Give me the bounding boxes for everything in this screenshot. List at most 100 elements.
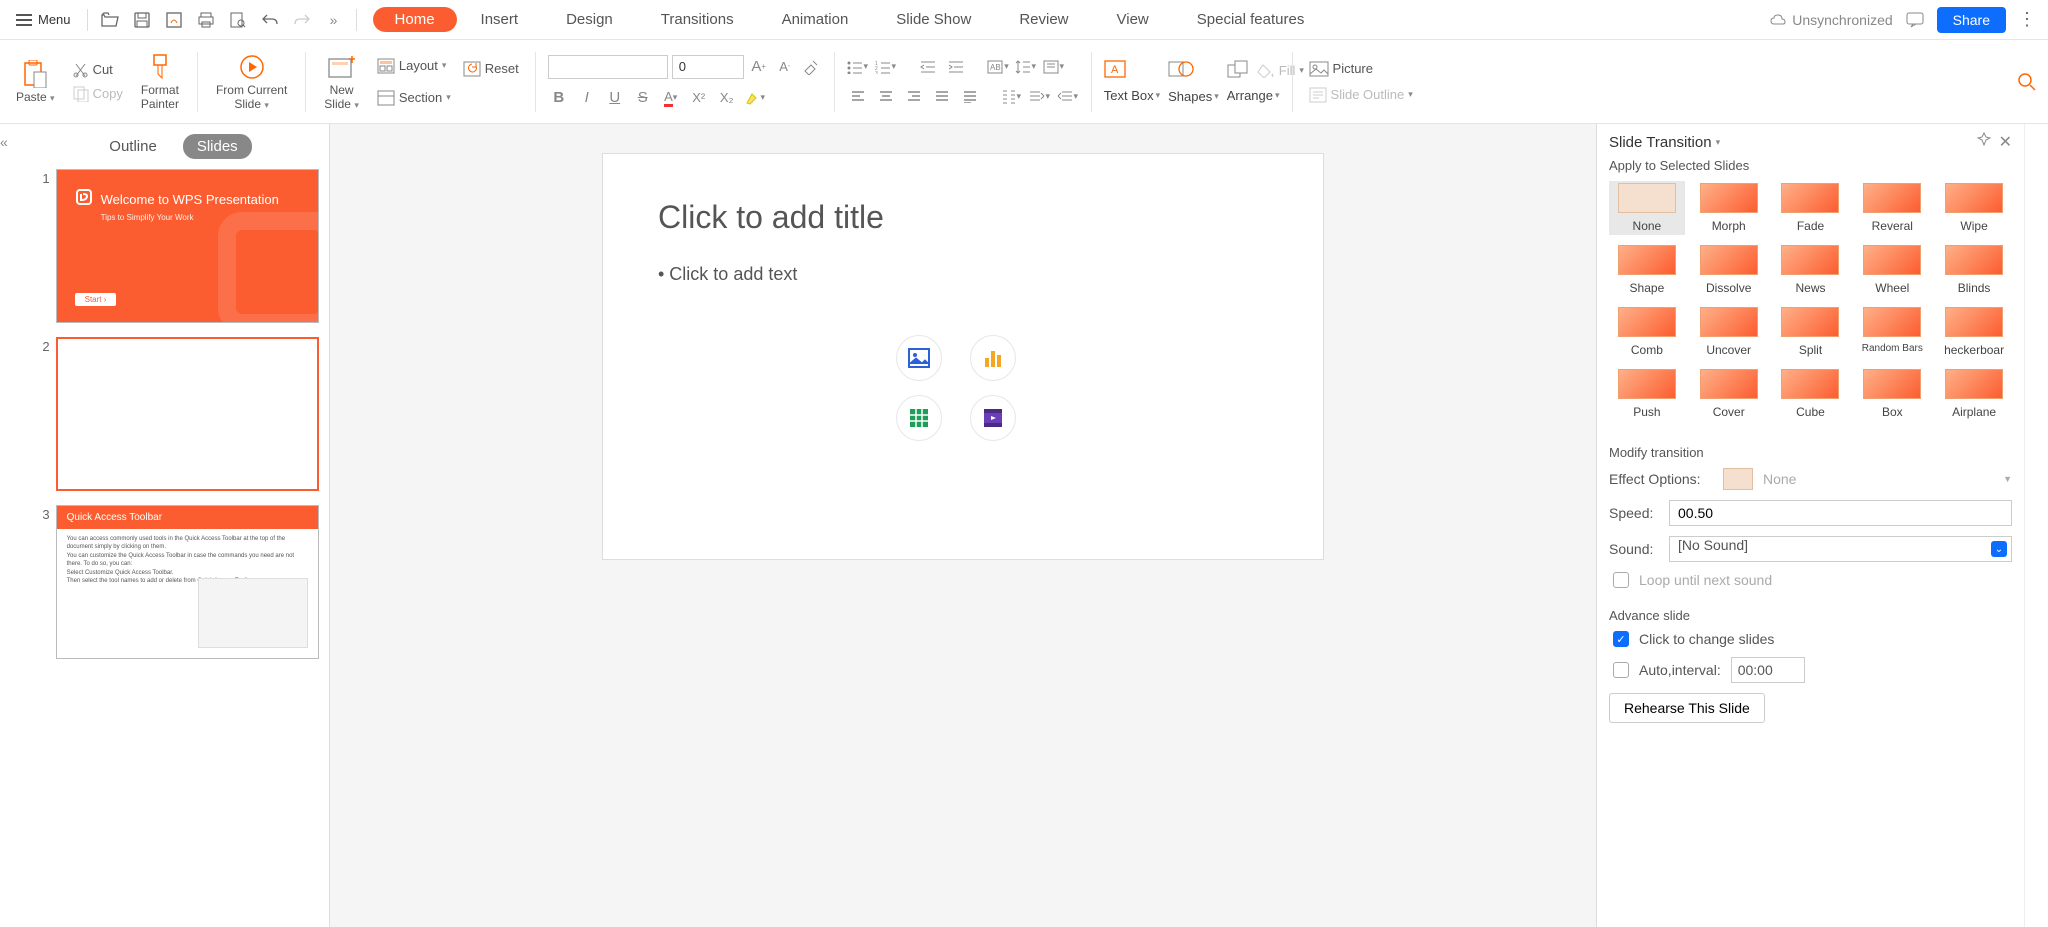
align-left-icon[interactable]: [847, 86, 869, 108]
font-size-combo[interactable]: 0: [672, 55, 744, 79]
sound-select[interactable]: [No Sound] ⌄: [1669, 536, 2012, 562]
transition-news[interactable]: News: [1773, 243, 1849, 297]
paste-button[interactable]: Paste ▾: [16, 60, 55, 104]
transition-cube[interactable]: Cube: [1773, 367, 1849, 421]
italic-icon[interactable]: I: [576, 87, 598, 109]
fill-button[interactable]: Fill ▾: [1253, 61, 1308, 80]
section-button[interactable]: Section ▾: [373, 88, 455, 108]
transition-wipe[interactable]: Wipe: [1936, 181, 2012, 235]
from-current-slide-button[interactable]: From Current Slide ▾: [216, 53, 287, 111]
print-icon[interactable]: [192, 6, 220, 34]
subscript-icon[interactable]: X₂: [716, 87, 738, 109]
content-placeholder[interactable]: • Click to add text: [653, 259, 1273, 446]
transition-shape[interactable]: Shape: [1609, 243, 1685, 297]
decrease-font-icon[interactable]: A-: [774, 56, 796, 78]
transition-fade[interactable]: Fade: [1773, 181, 1849, 235]
title-placeholder[interactable]: Click to add title: [653, 194, 1273, 241]
bullets-icon[interactable]: ▾: [847, 56, 869, 78]
font-combo[interactable]: [548, 55, 668, 79]
insert-image-icon[interactable]: [896, 335, 942, 381]
more-menu-icon[interactable]: ⋮: [2014, 9, 2040, 30]
transition-airplane[interactable]: Airplane: [1936, 367, 2012, 421]
reset-button[interactable]: Reset: [459, 59, 523, 79]
text-box-button[interactable]: A: [1104, 60, 1126, 78]
open-icon[interactable]: [96, 6, 124, 34]
transition-none[interactable]: None: [1609, 181, 1685, 235]
highlight-icon[interactable]: ▾: [744, 87, 766, 109]
underline-icon[interactable]: U: [604, 87, 626, 109]
increase-indent-icon[interactable]: [945, 56, 967, 78]
loop-checkbox[interactable]: [1613, 572, 1629, 588]
superscript-icon[interactable]: X²: [688, 87, 710, 109]
justify-icon[interactable]: [931, 86, 953, 108]
pin-icon[interactable]: [1977, 132, 1991, 152]
insert-video-icon[interactable]: [970, 395, 1016, 441]
text-direction-icon[interactable]: AB▾: [987, 56, 1009, 78]
auto-interval-input[interactable]: 00:00: [1731, 657, 1805, 683]
save-icon[interactable]: [128, 6, 156, 34]
auto-checkbox[interactable]: [1613, 662, 1629, 678]
slide-outline-button[interactable]: Slide Outline ▾: [1305, 85, 1417, 105]
transition-random-bars[interactable]: Random Bars: [1854, 305, 1930, 359]
canvas[interactable]: Click to add title • Click to add text: [330, 124, 1596, 927]
bold-icon[interactable]: B: [548, 87, 570, 109]
transition-checkerboard[interactable]: heckerboar: [1936, 305, 2012, 359]
tab-slideshow[interactable]: Slide Show: [872, 5, 995, 34]
columns-icon[interactable]: ▾: [1001, 86, 1023, 108]
find-replace-icon[interactable]: [2016, 71, 2038, 93]
tab-animation[interactable]: Animation: [758, 5, 873, 34]
line-spacing-icon[interactable]: ▾: [1015, 56, 1037, 78]
strikethrough-icon[interactable]: S: [632, 87, 654, 109]
close-icon[interactable]: ✕: [1999, 132, 2012, 152]
effect-value[interactable]: None: [1763, 471, 1993, 487]
print-preview-icon[interactable]: [224, 6, 252, 34]
align-right-icon[interactable]: [903, 86, 925, 108]
redo-icon[interactable]: [288, 6, 316, 34]
text-box-label[interactable]: Text Box ▾: [1104, 88, 1160, 103]
picture-button[interactable]: Picture: [1305, 59, 1417, 79]
numbering-icon[interactable]: 123▾: [875, 56, 897, 78]
more-qat-icon[interactable]: »: [320, 6, 348, 34]
transition-dissolve[interactable]: Dissolve: [1691, 243, 1767, 297]
tab-home[interactable]: Home: [373, 7, 457, 32]
transition-comb[interactable]: Comb: [1609, 305, 1685, 359]
shapes-button[interactable]: Shapes ▾: [1168, 89, 1219, 104]
font-color-icon[interactable]: A▾: [660, 87, 682, 109]
menu-button[interactable]: Menu: [8, 8, 79, 31]
template-icon[interactable]: [160, 6, 188, 34]
transition-morph[interactable]: Morph: [1691, 181, 1767, 235]
slides-tab[interactable]: Slides: [183, 134, 252, 159]
increase-font-icon[interactable]: A+: [748, 56, 770, 78]
speed-input[interactable]: [1669, 500, 2012, 526]
outline-tab[interactable]: Outline: [95, 134, 171, 159]
rehearse-button[interactable]: Rehearse This Slide: [1609, 693, 1765, 723]
slide-thumb-2[interactable]: [56, 337, 319, 491]
transition-push[interactable]: Push: [1609, 367, 1685, 421]
tab-special[interactable]: Special features: [1173, 5, 1329, 34]
click-checkbox[interactable]: ✓: [1613, 631, 1629, 647]
rtl-icon[interactable]: ▾: [1029, 86, 1051, 108]
sync-status[interactable]: Unsynchronized: [1770, 12, 1892, 28]
slide-editor[interactable]: Click to add title • Click to add text: [603, 154, 1323, 559]
undo-icon[interactable]: [256, 6, 284, 34]
decrease-indent-icon[interactable]: [917, 56, 939, 78]
transition-wheel[interactable]: Wheel: [1854, 243, 1930, 297]
share-button[interactable]: Share: [1937, 7, 2006, 33]
transition-reveral[interactable]: Reveral: [1854, 181, 1930, 235]
transition-uncover[interactable]: Uncover: [1691, 305, 1767, 359]
tab-view[interactable]: View: [1093, 5, 1173, 34]
align-center-icon[interactable]: [875, 86, 897, 108]
clear-format-icon[interactable]: [800, 56, 822, 78]
transition-split[interactable]: Split: [1773, 305, 1849, 359]
transition-blinds[interactable]: Blinds: [1936, 243, 2012, 297]
tab-design[interactable]: Design: [542, 5, 637, 34]
tab-review[interactable]: Review: [995, 5, 1092, 34]
tab-transitions[interactable]: Transitions: [637, 5, 758, 34]
tab-insert[interactable]: Insert: [457, 5, 543, 34]
insert-chart-icon[interactable]: [970, 335, 1016, 381]
transition-box[interactable]: Box: [1854, 367, 1930, 421]
align-text-icon[interactable]: ▾: [1043, 56, 1065, 78]
copy-button[interactable]: Copy: [69, 84, 127, 104]
format-painter-button[interactable]: Format Painter: [141, 53, 179, 111]
layout-button[interactable]: Layout ▾: [373, 56, 455, 76]
